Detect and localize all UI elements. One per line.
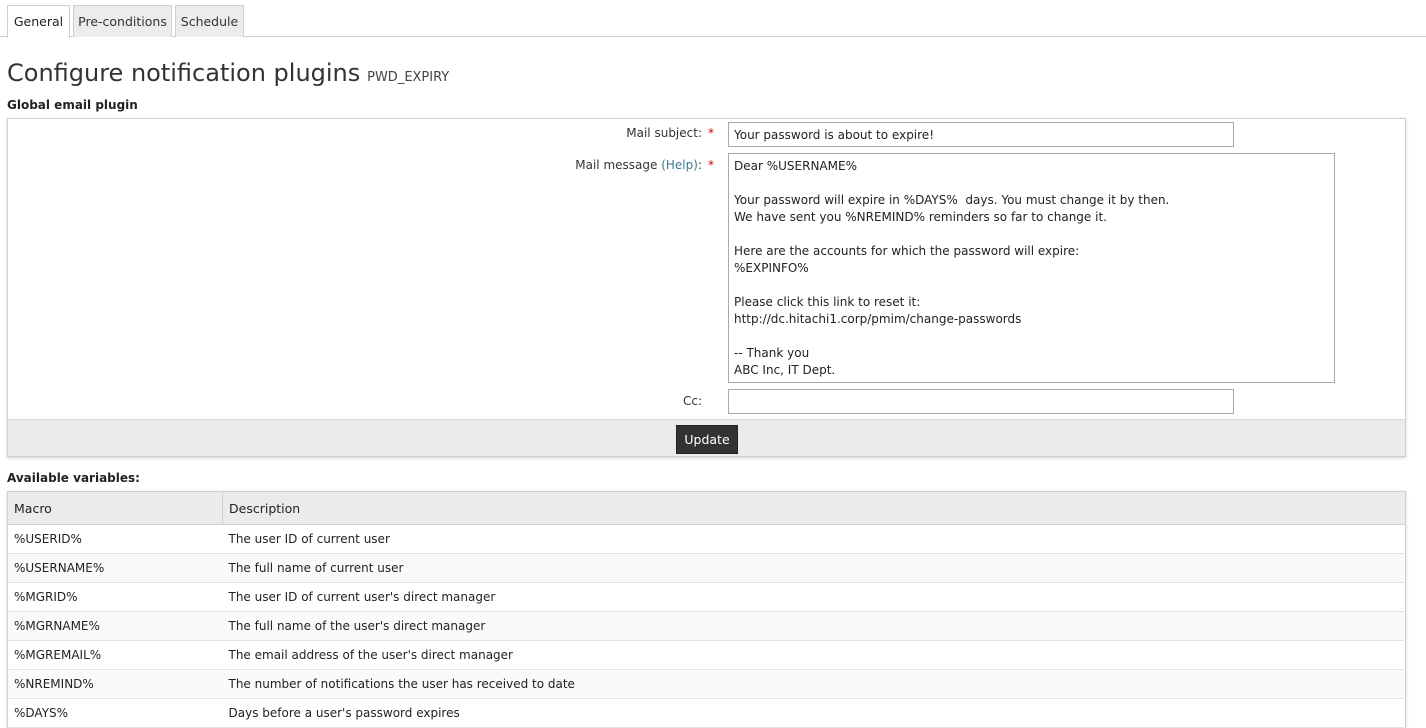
description-cell: The user ID of current user bbox=[222, 524, 1406, 554]
tab-bar: General Pre-conditions Schedule bbox=[0, 0, 1426, 38]
tab-pre-conditions[interactable]: Pre-conditions bbox=[73, 5, 172, 37]
variables-table: Macro Description %USERID% The user ID o… bbox=[7, 491, 1406, 728]
table-row: %MGREMAIL% The email address of the user… bbox=[7, 640, 1406, 670]
column-header-description[interactable]: Description bbox=[222, 491, 1406, 525]
mail-message-label: Mail message (Help): * bbox=[8, 158, 714, 172]
macro-cell: %MGRNAME% bbox=[7, 611, 223, 641]
description-cell: The user ID of current user's direct man… bbox=[222, 582, 1406, 612]
tab-schedule[interactable]: Schedule bbox=[175, 5, 244, 37]
email-form-panel: Mail subject: * Mail message (Help): * Dea… bbox=[7, 118, 1406, 457]
table-row: %USERID% The user ID of current user bbox=[7, 524, 1406, 554]
table-header-row: Macro Description bbox=[7, 491, 1406, 525]
description-cell: The full name of the user's direct manag… bbox=[222, 611, 1406, 641]
cc-input[interactable] bbox=[728, 389, 1234, 414]
page-title-text: Configure notification plugins bbox=[7, 59, 361, 87]
macro-cell: %USERID% bbox=[7, 524, 223, 554]
required-mark: * bbox=[708, 158, 714, 172]
table-row: %MGRID% The user ID of current user's di… bbox=[7, 582, 1406, 612]
column-header-macro[interactable]: Macro bbox=[7, 491, 223, 525]
tab-general[interactable]: General bbox=[7, 5, 70, 38]
description-cell: The full name of current user bbox=[222, 553, 1406, 583]
update-button[interactable]: Update bbox=[676, 425, 738, 454]
table-row: %DAYS% Days before a user's password exp… bbox=[7, 698, 1406, 728]
description-cell: Days before a user's password expires bbox=[222, 698, 1406, 728]
description-cell: The number of notifications the user has… bbox=[222, 669, 1406, 699]
page-subtitle: PWD_EXPIRY bbox=[367, 70, 450, 85]
mail-message-textarea[interactable]: Dear %USERNAME% Your password will expir… bbox=[728, 153, 1335, 383]
macro-cell: %MGREMAIL% bbox=[7, 640, 223, 670]
macro-cell: %NREMIND% bbox=[7, 669, 223, 699]
form-button-bar: Update bbox=[8, 419, 1405, 456]
cc-label: Cc: bbox=[682, 394, 702, 408]
page-title: Configure notification plugins PWD_EXPIR… bbox=[7, 59, 449, 87]
mail-subject-label-text: Mail subject: bbox=[626, 126, 702, 140]
mail-message-label-text: Mail message bbox=[575, 158, 658, 172]
section-label-available-variables: Available variables: bbox=[7, 471, 140, 485]
required-mark: * bbox=[708, 126, 714, 140]
table-row: %MGRNAME% The full name of the user's di… bbox=[7, 611, 1406, 641]
mail-subject-label: Mail subject: * bbox=[8, 126, 714, 140]
description-cell: The email address of the user's direct m… bbox=[222, 640, 1406, 670]
macro-cell: %USERNAME% bbox=[7, 553, 223, 583]
macro-cell: %DAYS% bbox=[7, 698, 223, 728]
macro-cell: %MGRID% bbox=[7, 582, 223, 612]
table-row: %NREMIND% The number of notifications th… bbox=[7, 669, 1406, 699]
mail-subject-input[interactable] bbox=[728, 122, 1234, 147]
table-row: %USERNAME% The full name of current user bbox=[7, 553, 1406, 583]
section-label-global-email: Global email plugin bbox=[7, 98, 138, 112]
mail-message-colon: : bbox=[697, 158, 702, 172]
help-link[interactable]: (Help) bbox=[661, 158, 698, 172]
